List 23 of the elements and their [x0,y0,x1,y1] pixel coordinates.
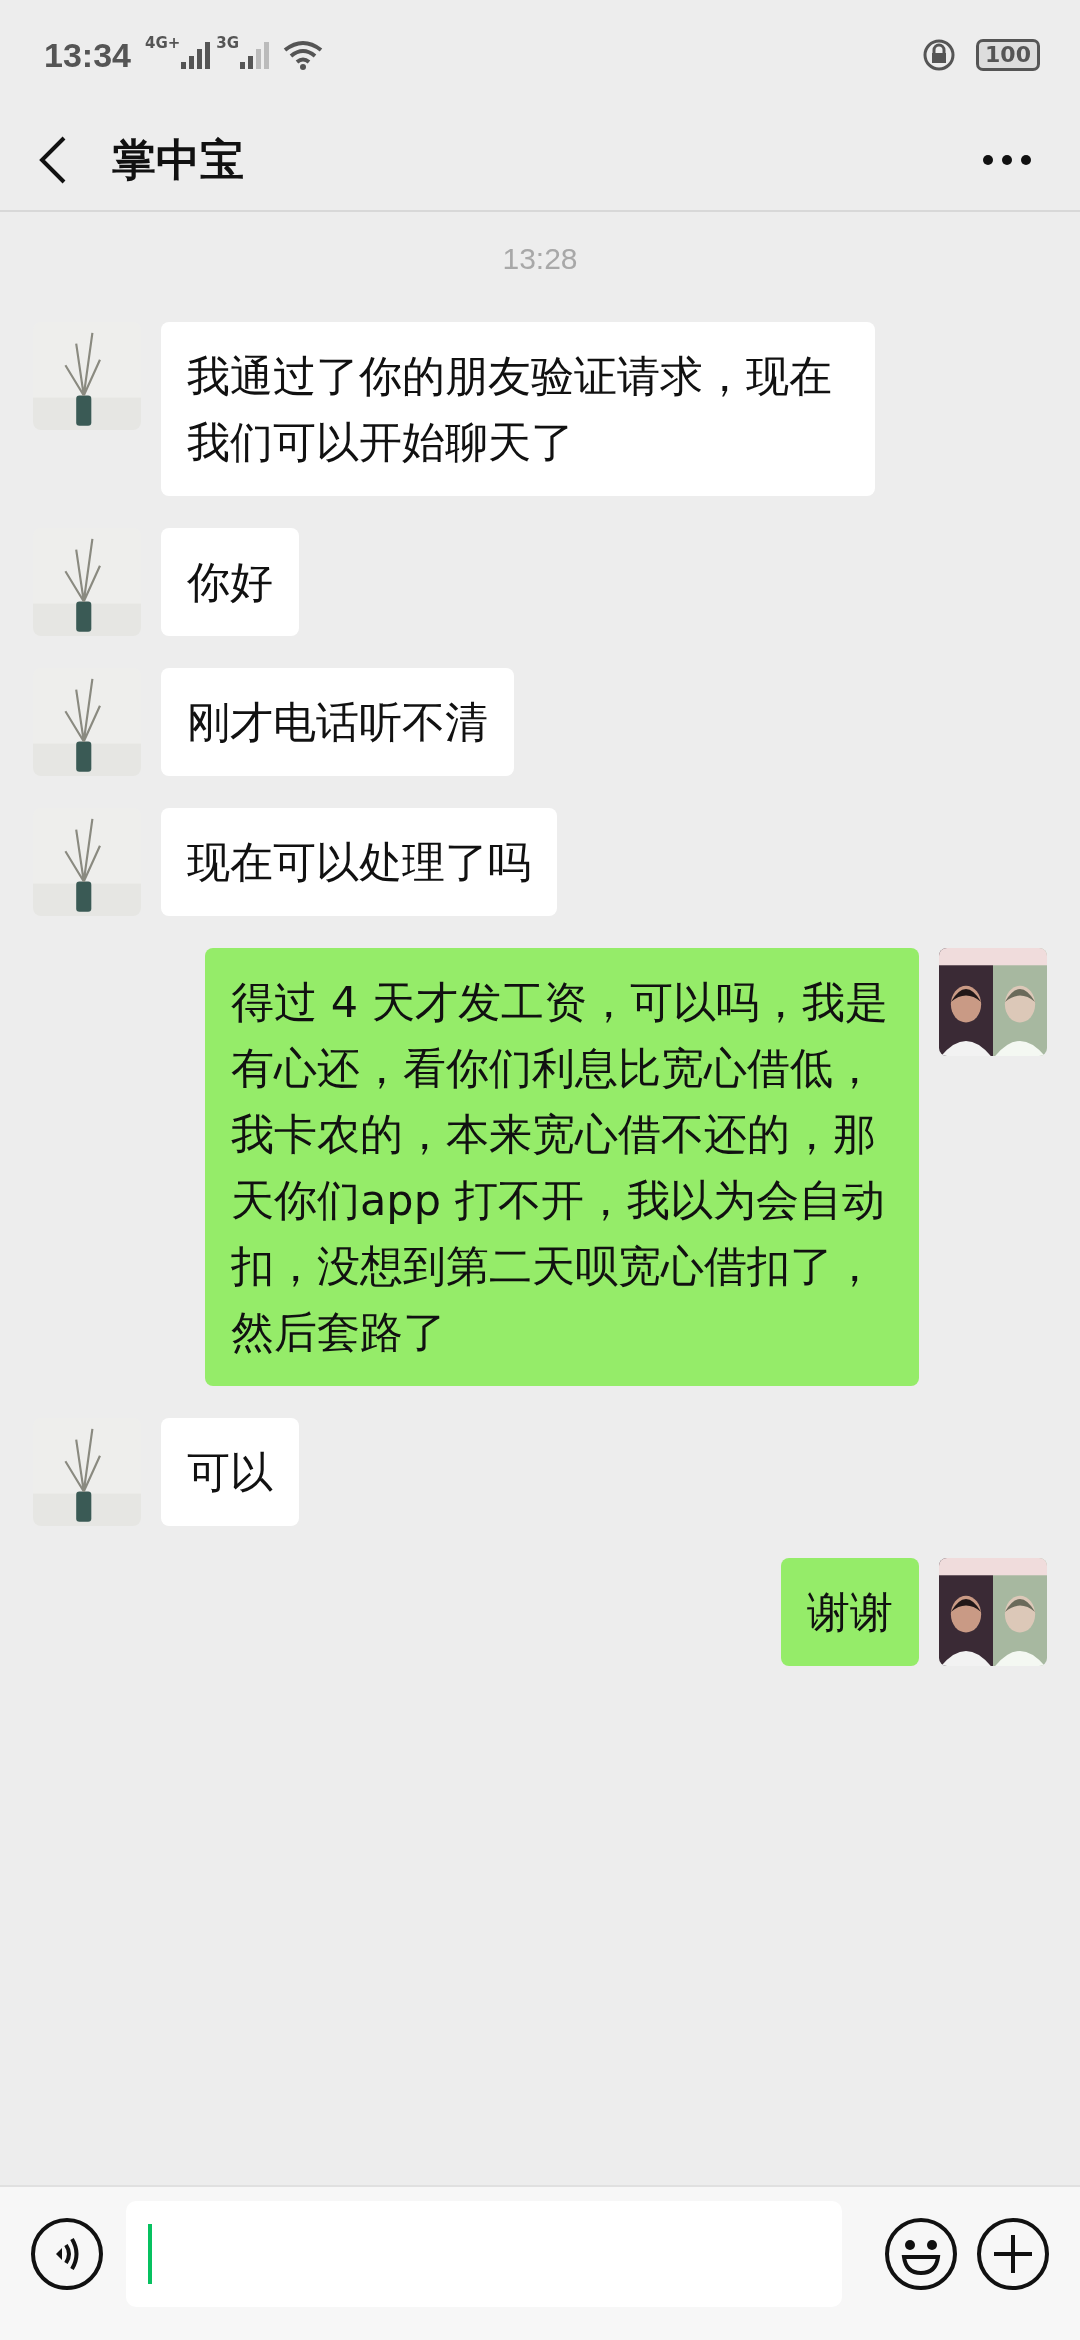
emoji-icon[interactable] [884,2216,958,2291]
battery-icon: 100 [976,39,1040,71]
status-time: 13:34 [44,35,131,75]
signal-icon [180,40,211,70]
timestamp: 13:28 [502,242,578,276]
rotation-lock-icon [922,38,957,72]
network-label: 4G+ [144,34,181,52]
message-bubble: 谢谢 [781,1558,919,1666]
chat-title: 掌中宝 [112,132,244,187]
message-bubble: 你好 [161,528,299,636]
message-bubble: 我通过了你的朋友验证请求，现在我们可以开始聊天了 [161,322,875,496]
network-label: 3G [216,34,240,52]
message-bubble: 可以 [161,1418,299,1526]
message-bubble: 刚才电话听不清 [161,668,514,776]
wifi-icon [283,40,324,70]
message-input-field[interactable] [126,2200,842,2307]
message-bubble: 现在可以处理了吗 [161,808,557,916]
back-icon[interactable] [38,135,68,185]
more-icon[interactable] [982,154,1032,166]
voice-icon[interactable] [30,2216,104,2291]
signal-icon [239,40,270,70]
plus-icon[interactable] [976,2216,1050,2291]
message-bubble: 得过 4 天才发工资，可以吗，我是有心还，看你们利息比宽心借低，我卡农的，本来宽心借不还的，那天你们app 打不开，我以为会自动扣，没想到第二天呗宽心借扣了，然后套路了 [205,948,919,1386]
